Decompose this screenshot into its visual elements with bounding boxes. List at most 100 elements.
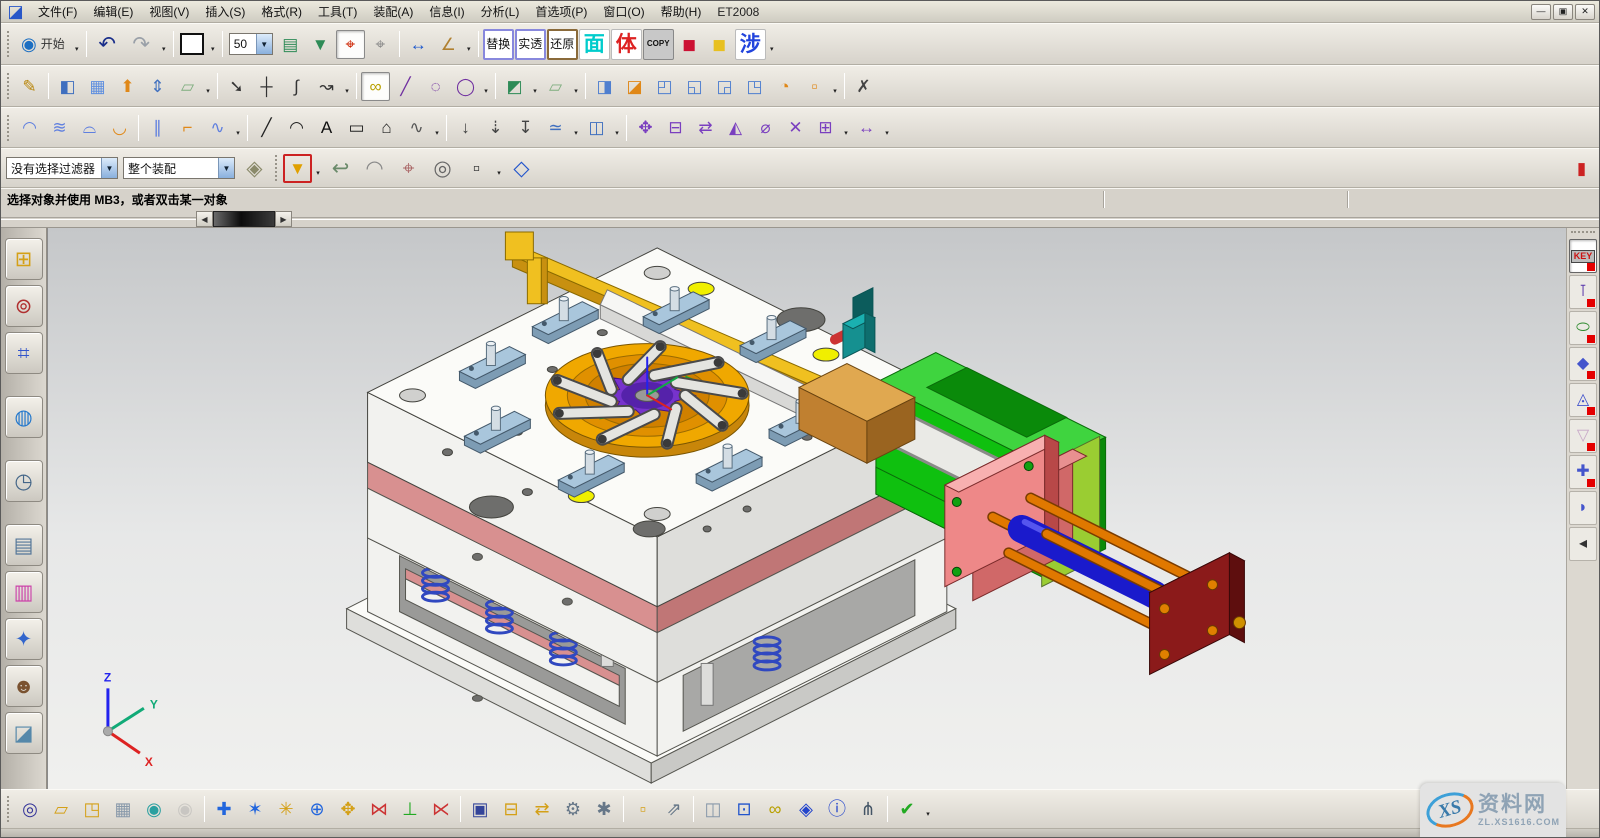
menu-format[interactable]: 格式(R)	[253, 1, 310, 22]
circle-button[interactable]: ◯	[451, 72, 480, 101]
highlight-crosshair-button[interactable]: ⌖	[392, 154, 425, 183]
display-color-swatch[interactable]	[178, 30, 207, 59]
find-component-button[interactable]: ◎	[15, 794, 45, 824]
point-dropdown[interactable]: ▾	[530, 72, 540, 100]
offset-body-button[interactable]: ▫	[800, 72, 829, 101]
snap-point-button[interactable]: ◈	[238, 154, 271, 183]
scenery-button[interactable]: ◪	[5, 712, 43, 754]
ghost-components-button[interactable]: ▦	[108, 794, 138, 824]
combine-projection-button[interactable]: ⇣	[481, 113, 510, 142]
wrap-curve-button[interactable]: ◫	[582, 113, 611, 142]
visual-effects-button[interactable]: ✦	[5, 618, 43, 660]
remember-position-button[interactable]: ▣	[465, 794, 495, 824]
scroll-left-button[interactable]: ◀	[196, 211, 213, 227]
studio-spline-button[interactable]: ∿	[402, 113, 431, 142]
model-canvas[interactable]: Z Y X	[48, 228, 1566, 789]
bend-surface-button[interactable]: ∿	[203, 113, 232, 142]
shaded-cube-button[interactable]: ◼	[675, 30, 704, 59]
line-curve-button[interactable]: ╱	[252, 113, 281, 142]
roles-button[interactable]: ☻	[5, 665, 43, 707]
web-browser-button[interactable]: ◍	[5, 396, 43, 438]
close-button[interactable]: ✕	[1575, 4, 1595, 20]
measure-dropdown[interactable]: ▾	[464, 30, 474, 58]
chamfer-body-button[interactable]: ◨	[590, 72, 619, 101]
wcs-dynamics-button[interactable]: ⌖	[366, 30, 395, 59]
menu-tools[interactable]: 工具(T)	[310, 1, 365, 22]
part-navigator-button[interactable]: ⌗	[5, 332, 43, 374]
menu-edit[interactable]: 编辑(E)	[85, 1, 141, 22]
shell-button[interactable]: ◱	[680, 72, 709, 101]
feature-toolbar-grip[interactable]	[7, 73, 11, 99]
snapshot-disabled-button[interactable]: ◉	[170, 794, 200, 824]
resize-face-button[interactable]: ↔	[852, 113, 881, 142]
link-info-button[interactable]: ⓘ	[822, 794, 852, 824]
start-button[interactable]: ◉开始	[15, 30, 71, 59]
datum-plane-button[interactable]: ▱	[173, 72, 202, 101]
menu-file[interactable]: 文件(F)	[30, 1, 85, 22]
join-curve-button[interactable]: ∞	[361, 72, 390, 101]
derived-curve-dropdown[interactable]: ▾	[571, 114, 581, 142]
undo-list-dropdown[interactable]: ▾	[159, 30, 169, 58]
menu-view[interactable]: 视图(V)	[141, 1, 197, 22]
new-parent-button[interactable]: ✳	[271, 794, 301, 824]
copy-face-button[interactable]: ⊞	[811, 113, 840, 142]
marquee-dropdown[interactable]: ▾	[494, 154, 504, 182]
trim-body-button[interactable]: ◧	[53, 72, 82, 101]
move-component-button[interactable]: ✥	[333, 794, 363, 824]
elbow-library-button[interactable]: ◗	[1569, 491, 1597, 525]
translucency-button[interactable]: 实透	[515, 29, 546, 60]
replace-face-button[interactable]: ⇄	[691, 113, 720, 142]
interpart-link-button[interactable]: ∞	[760, 794, 790, 824]
menu-window[interactable]: 窗口(O)	[595, 1, 652, 22]
assembly-constraints-button[interactable]: ⋈	[364, 794, 394, 824]
shaded-view-cube-button[interactable]: ◇	[505, 154, 538, 183]
wrap-dropdown[interactable]: ▾	[612, 114, 622, 142]
history-button[interactable]: ◷	[5, 460, 43, 502]
measure-distance-button[interactable]: ↔	[404, 30, 433, 59]
plane-button[interactable]: ▱	[541, 72, 570, 101]
bend-sheet-button[interactable]: ◪	[620, 72, 649, 101]
face-display-button[interactable]: 面	[579, 29, 610, 60]
link-library-button[interactable]: ⬭	[1569, 311, 1597, 345]
general-selection-filter-button[interactable]: ▼	[283, 154, 312, 183]
profile-button[interactable]: ⌂	[372, 113, 401, 142]
wireframe-cube-button[interactable]: ◼	[705, 30, 734, 59]
menu-assemblies[interactable]: 装配(A)	[365, 1, 421, 22]
point-set-button[interactable]: ◩	[500, 72, 529, 101]
selection-filter-select[interactable]: 没有选择过滤器▼	[6, 157, 118, 179]
filter-dropdown[interactable]: ▾	[313, 154, 323, 182]
replace-component-button[interactable]: ⇄	[527, 794, 557, 824]
relations-browser-button[interactable]: ⋔	[853, 794, 883, 824]
bracket-library-button[interactable]: ◆	[1569, 347, 1597, 381]
curve-edit-dropdown[interactable]: ▾	[342, 72, 352, 100]
menu-help[interactable]: 帮助(H)	[653, 1, 710, 22]
wcs-display-button[interactable]: ⌖	[336, 30, 365, 59]
menu-information[interactable]: 信息(I)	[421, 1, 472, 22]
minimize-button[interactable]: —	[1531, 4, 1551, 20]
arc-point-button[interactable]: ◌	[421, 72, 450, 101]
add-component-button[interactable]: ✚	[209, 794, 239, 824]
copy-display-button[interactable]: COPY	[643, 29, 674, 60]
offset-sheet-button[interactable]: ⇕	[143, 72, 172, 101]
key-library-button[interactable]: KEY	[1569, 239, 1597, 273]
assembly-sequence-button[interactable]: ✔	[892, 794, 922, 824]
marquee-select-button[interactable]: ▫	[460, 154, 493, 183]
selection-scope-select[interactable]: 整个装配▼	[123, 157, 235, 179]
dome-button[interactable]: ◔	[770, 72, 799, 101]
menu-insert[interactable]: 插入(S)	[197, 1, 253, 22]
replace-display-button[interactable]: 替换	[483, 29, 514, 60]
offset-surface-button[interactable]: ∥	[143, 113, 172, 142]
standard-toolbar-grip[interactable]	[7, 31, 11, 57]
swept-surface-button[interactable]: ◡	[105, 113, 134, 142]
sketch-button[interactable]: ✎	[15, 72, 44, 101]
assembly-navigator-button[interactable]: ⊞	[5, 238, 43, 280]
pattern-component-button[interactable]: ⊟	[496, 794, 526, 824]
trim-plane-button[interactable]: ◲	[710, 72, 739, 101]
restore-button[interactable]: ▣	[1553, 4, 1573, 20]
selection-grip[interactable]	[275, 155, 279, 181]
surface-dropdown[interactable]: ▾	[233, 114, 243, 142]
extrude-sheet-button[interactable]: ⬆	[113, 72, 142, 101]
pull-face-button[interactable]: ⊟	[661, 113, 690, 142]
edit-arc-button[interactable]: ↝	[312, 72, 341, 101]
undo-button[interactable]: ↶	[91, 30, 124, 59]
